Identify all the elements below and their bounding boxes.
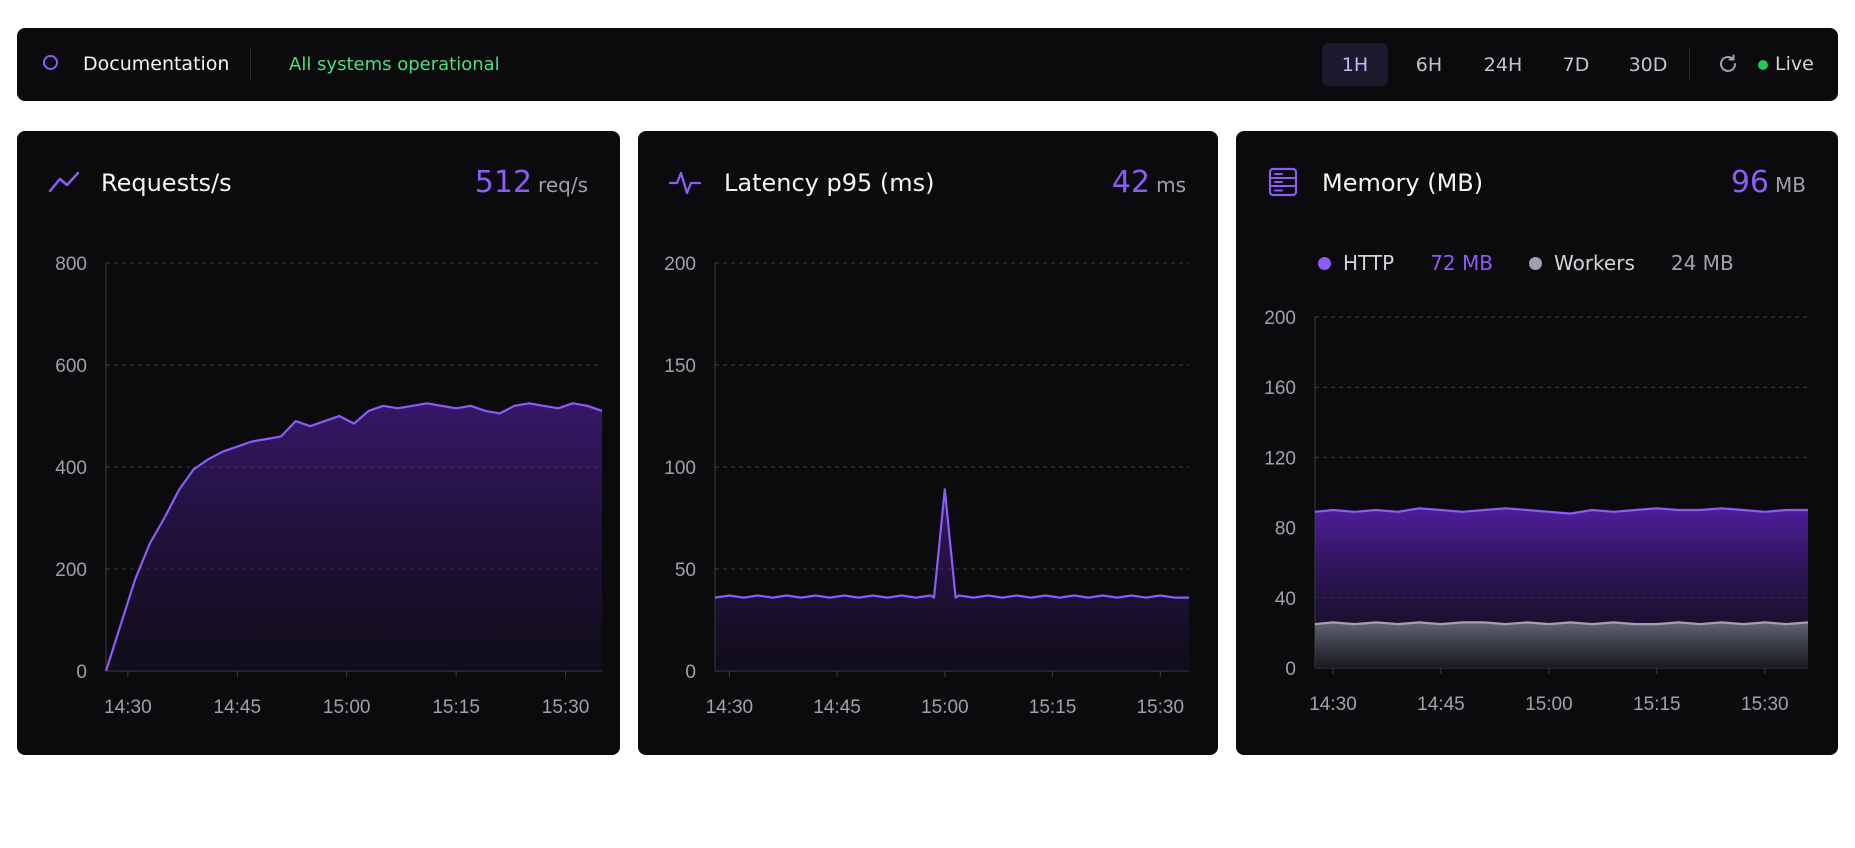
range-7d-button[interactable]: 7D <box>1546 43 1606 86</box>
value-number: 512 <box>474 165 533 200</box>
x-tick-label: 15:00 <box>323 697 371 718</box>
card-title: Memory (MB) <box>1322 169 1484 197</box>
x-tick-label: 14:45 <box>1417 694 1465 715</box>
value-number: 42 <box>1111 165 1151 200</box>
legend-workers-value: 24 MB <box>1670 251 1734 275</box>
y-tick-label: 40 <box>1275 589 1296 610</box>
y-tick-label: 0 <box>76 662 87 683</box>
pulse-icon <box>668 171 702 195</box>
x-tick-label: 15:00 <box>921 697 969 718</box>
x-tick-label: 15:30 <box>542 697 590 718</box>
current-value: 512 req/s <box>475 165 588 200</box>
top-bar: Documentation All systems operational 1H… <box>17 28 1838 101</box>
range-6h-button[interactable]: 6H <box>1399 43 1459 86</box>
refresh-icon[interactable] <box>1716 52 1740 76</box>
y-tick-label: 160 <box>1264 378 1296 399</box>
card-title: Latency p95 (ms) <box>724 169 935 197</box>
x-tick-label: 14:45 <box>813 697 861 718</box>
live-label[interactable]: Live <box>1775 53 1814 75</box>
value-number: 96 <box>1730 165 1770 200</box>
value-unit: MB <box>1775 173 1806 197</box>
requests-card: 0 200 400 600 800 14:30 14:45 15:00 15:15 15:30 R… <box>17 131 620 755</box>
x-tick-label: 15:15 <box>1029 697 1077 718</box>
value-unit: req/s <box>538 173 588 197</box>
server-icon <box>1268 167 1298 197</box>
legend-http-label: HTTP <box>1343 251 1395 275</box>
x-tick-label: 14:30 <box>706 697 754 718</box>
chart-legend: HTTP 72 MB Workers 24 MB <box>1318 251 1770 275</box>
current-value: 42 ms <box>1112 165 1186 200</box>
legend-workers-dot <box>1528 256 1542 270</box>
circle-logo-icon <box>43 55 58 70</box>
y-tick-label: 400 <box>55 458 87 479</box>
current-value: 96 MB <box>1731 165 1806 200</box>
series-area-main <box>715 489 1189 671</box>
legend-http-dot <box>1318 256 1331 270</box>
latency-card: 0 50 100 150 200 14:30 14:45 15:00 15:15 15:30 La… <box>638 131 1218 755</box>
range-24h-button[interactable]: 24H <box>1468 43 1538 86</box>
x-tick-label: 15:15 <box>1633 694 1681 715</box>
memory-card: 0 40 80 120 160 200 14:30 14:45 15:00 15:15 15:30 … <box>1236 131 1838 755</box>
trend-line-icon <box>48 171 80 193</box>
documentation-link[interactable]: Documentation <box>83 53 229 75</box>
legend-workers-label: Workers <box>1553 251 1635 275</box>
x-tick-label: 14:30 <box>104 697 152 718</box>
status-text: All systems operational <box>289 54 500 75</box>
y-tick-label: 120 <box>1264 448 1296 469</box>
series-line-workers[interactable] <box>1314 621 1809 626</box>
y-tick-label: 100 <box>664 458 696 479</box>
series-area-workers <box>1315 622 1808 668</box>
divider <box>250 48 251 80</box>
x-tick-label: 15:15 <box>432 697 480 718</box>
live-indicator-dot <box>1758 60 1768 70</box>
y-tick-label: 200 <box>55 560 87 581</box>
y-tick-label: 800 <box>55 254 87 275</box>
range-30d-button[interactable]: 30D <box>1613 43 1683 86</box>
y-tick-label: 600 <box>55 356 87 377</box>
y-tick-label: 50 <box>675 560 696 581</box>
range-1h-button[interactable]: 1H <box>1322 43 1388 86</box>
y-tick-label: 0 <box>685 662 696 683</box>
y-tick-label: 80 <box>1275 519 1296 540</box>
card-title: Requests/s <box>101 169 232 197</box>
x-tick-label: 15:30 <box>1741 694 1789 715</box>
series-area-main <box>106 403 602 671</box>
y-tick-label: 200 <box>664 254 696 275</box>
y-tick-label: 200 <box>1264 308 1296 329</box>
y-tick-label: 150 <box>664 356 696 377</box>
x-tick-label: 15:00 <box>1525 694 1573 715</box>
legend-http-value: 72 MB <box>1430 251 1493 275</box>
value-unit: ms <box>1156 173 1186 197</box>
x-tick-label: 14:30 <box>1309 694 1357 715</box>
x-tick-label: 15:30 <box>1136 697 1184 718</box>
x-tick-label: 14:45 <box>214 697 262 718</box>
divider <box>1689 48 1690 80</box>
y-tick-label: 0 <box>1285 659 1296 680</box>
